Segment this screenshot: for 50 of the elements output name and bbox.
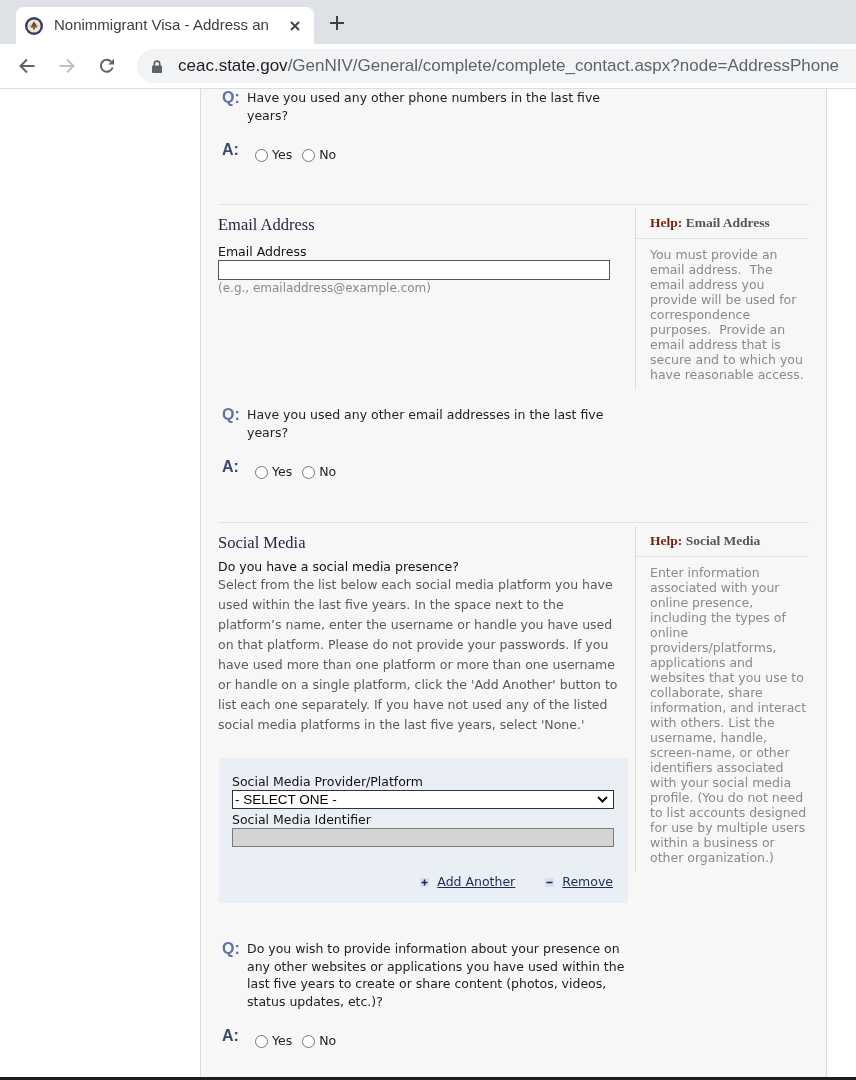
instructions-text: Select from the list below each social media platform you have used within the last five years. In the space next to the platform’s name, enter the username or handle you have used on that platform. Please do not provide your passwords. If you have used more than one platform or more than one username or handle on a single platform, click the 'Add Another' button to list each one separately. If you have not used any of the listed social media platforms in the last five years, select 'None.' [218, 576, 619, 734]
question-text: Do you wish to provide information about your presence on any other websites or applications you have used within the last five years to create or share content (photos, videos, status updates, etc.)? [247, 940, 626, 1010]
help-text: Enter information associated with your online presence, including the types of online providers/platforms, applications and websites that you use to collaborate, share information, and interact with others. List the username, handle, screen-name, or other identifiers associated with your social media profile. (You do not need to list accounts designed for use by multiple users within a business or other organization.) [650, 565, 808, 865]
question-text: Have you used any other email addresses in the last five years? [247, 406, 605, 441]
radio-button[interactable] [255, 1034, 268, 1048]
browser-tab[interactable]: Nonimmigrant Visa - Address an [16, 7, 314, 44]
radio-button[interactable] [255, 148, 268, 162]
question-mark: Q: [222, 406, 241, 424]
lock-icon [152, 59, 162, 73]
back-icon[interactable] [19, 58, 35, 74]
question-text: Have you used any other phone numbers in the last five years? [247, 89, 602, 124]
radio-label[interactable]: No [319, 1032, 337, 1050]
section-heading: Email Address [218, 215, 316, 235]
section-heading: Social Media [218, 533, 307, 553]
radio-label[interactable]: Yes [272, 146, 293, 164]
question-mark: Q: [222, 940, 241, 958]
question-mark: Q: [222, 89, 241, 107]
minus-icon [545, 877, 555, 887]
answer-mark: A: [222, 141, 240, 159]
field-label: Social Media Identifier [232, 812, 372, 828]
new-tab-icon[interactable] [330, 16, 344, 30]
radio-label[interactable]: No [319, 146, 337, 164]
radio-button[interactable] [302, 148, 316, 162]
chevron-down-icon [597, 796, 608, 803]
help-title: Help: Email Address [650, 214, 771, 232]
radio-label[interactable]: No [319, 463, 337, 481]
platform-select[interactable]: - SELECT ONE - [232, 790, 614, 809]
radio-label[interactable]: Yes [272, 463, 293, 481]
prompt-text: Do you have a social media presence? [218, 559, 460, 575]
seal-icon [25, 16, 43, 35]
radio-label[interactable]: Yes [272, 1032, 293, 1050]
reload-icon[interactable] [99, 58, 115, 74]
field-label: Social Media Provider/Platform [232, 774, 424, 790]
field-label: Email Address [218, 244, 308, 260]
help-title: Help: Social Media [650, 532, 762, 550]
help-text: You must provide an email address. The email address you provide will be used for correspondence purposes. Provide an email address that is secure and to which you have reasonable access. [650, 247, 805, 382]
hint-text: (e.g., emailaddress@example.com) [218, 280, 432, 296]
email-input[interactable] [218, 260, 610, 280]
radio-button[interactable] [255, 465, 268, 479]
close-icon[interactable] [290, 20, 300, 31]
address-bar[interactable]: ceac.state.gov/GenNIV/General/complete/complete_contact.aspx?node=AddressPhone [137, 49, 856, 83]
tab-title: Nonimmigrant Visa - Address an [54, 15, 270, 36]
url-text: ceac.state.gov/GenNIV/General/complete/complete_contact.aspx?node=AddressPhone [178, 55, 840, 78]
answer-mark: A: [222, 458, 240, 476]
add-another-link[interactable]: Add Another [420, 874, 516, 890]
answer-mark: A: [222, 1027, 240, 1045]
radio-button[interactable] [302, 1034, 316, 1048]
plus-icon [420, 877, 430, 887]
remove-link[interactable]: Remove [545, 874, 613, 890]
radio-button[interactable] [302, 465, 316, 479]
